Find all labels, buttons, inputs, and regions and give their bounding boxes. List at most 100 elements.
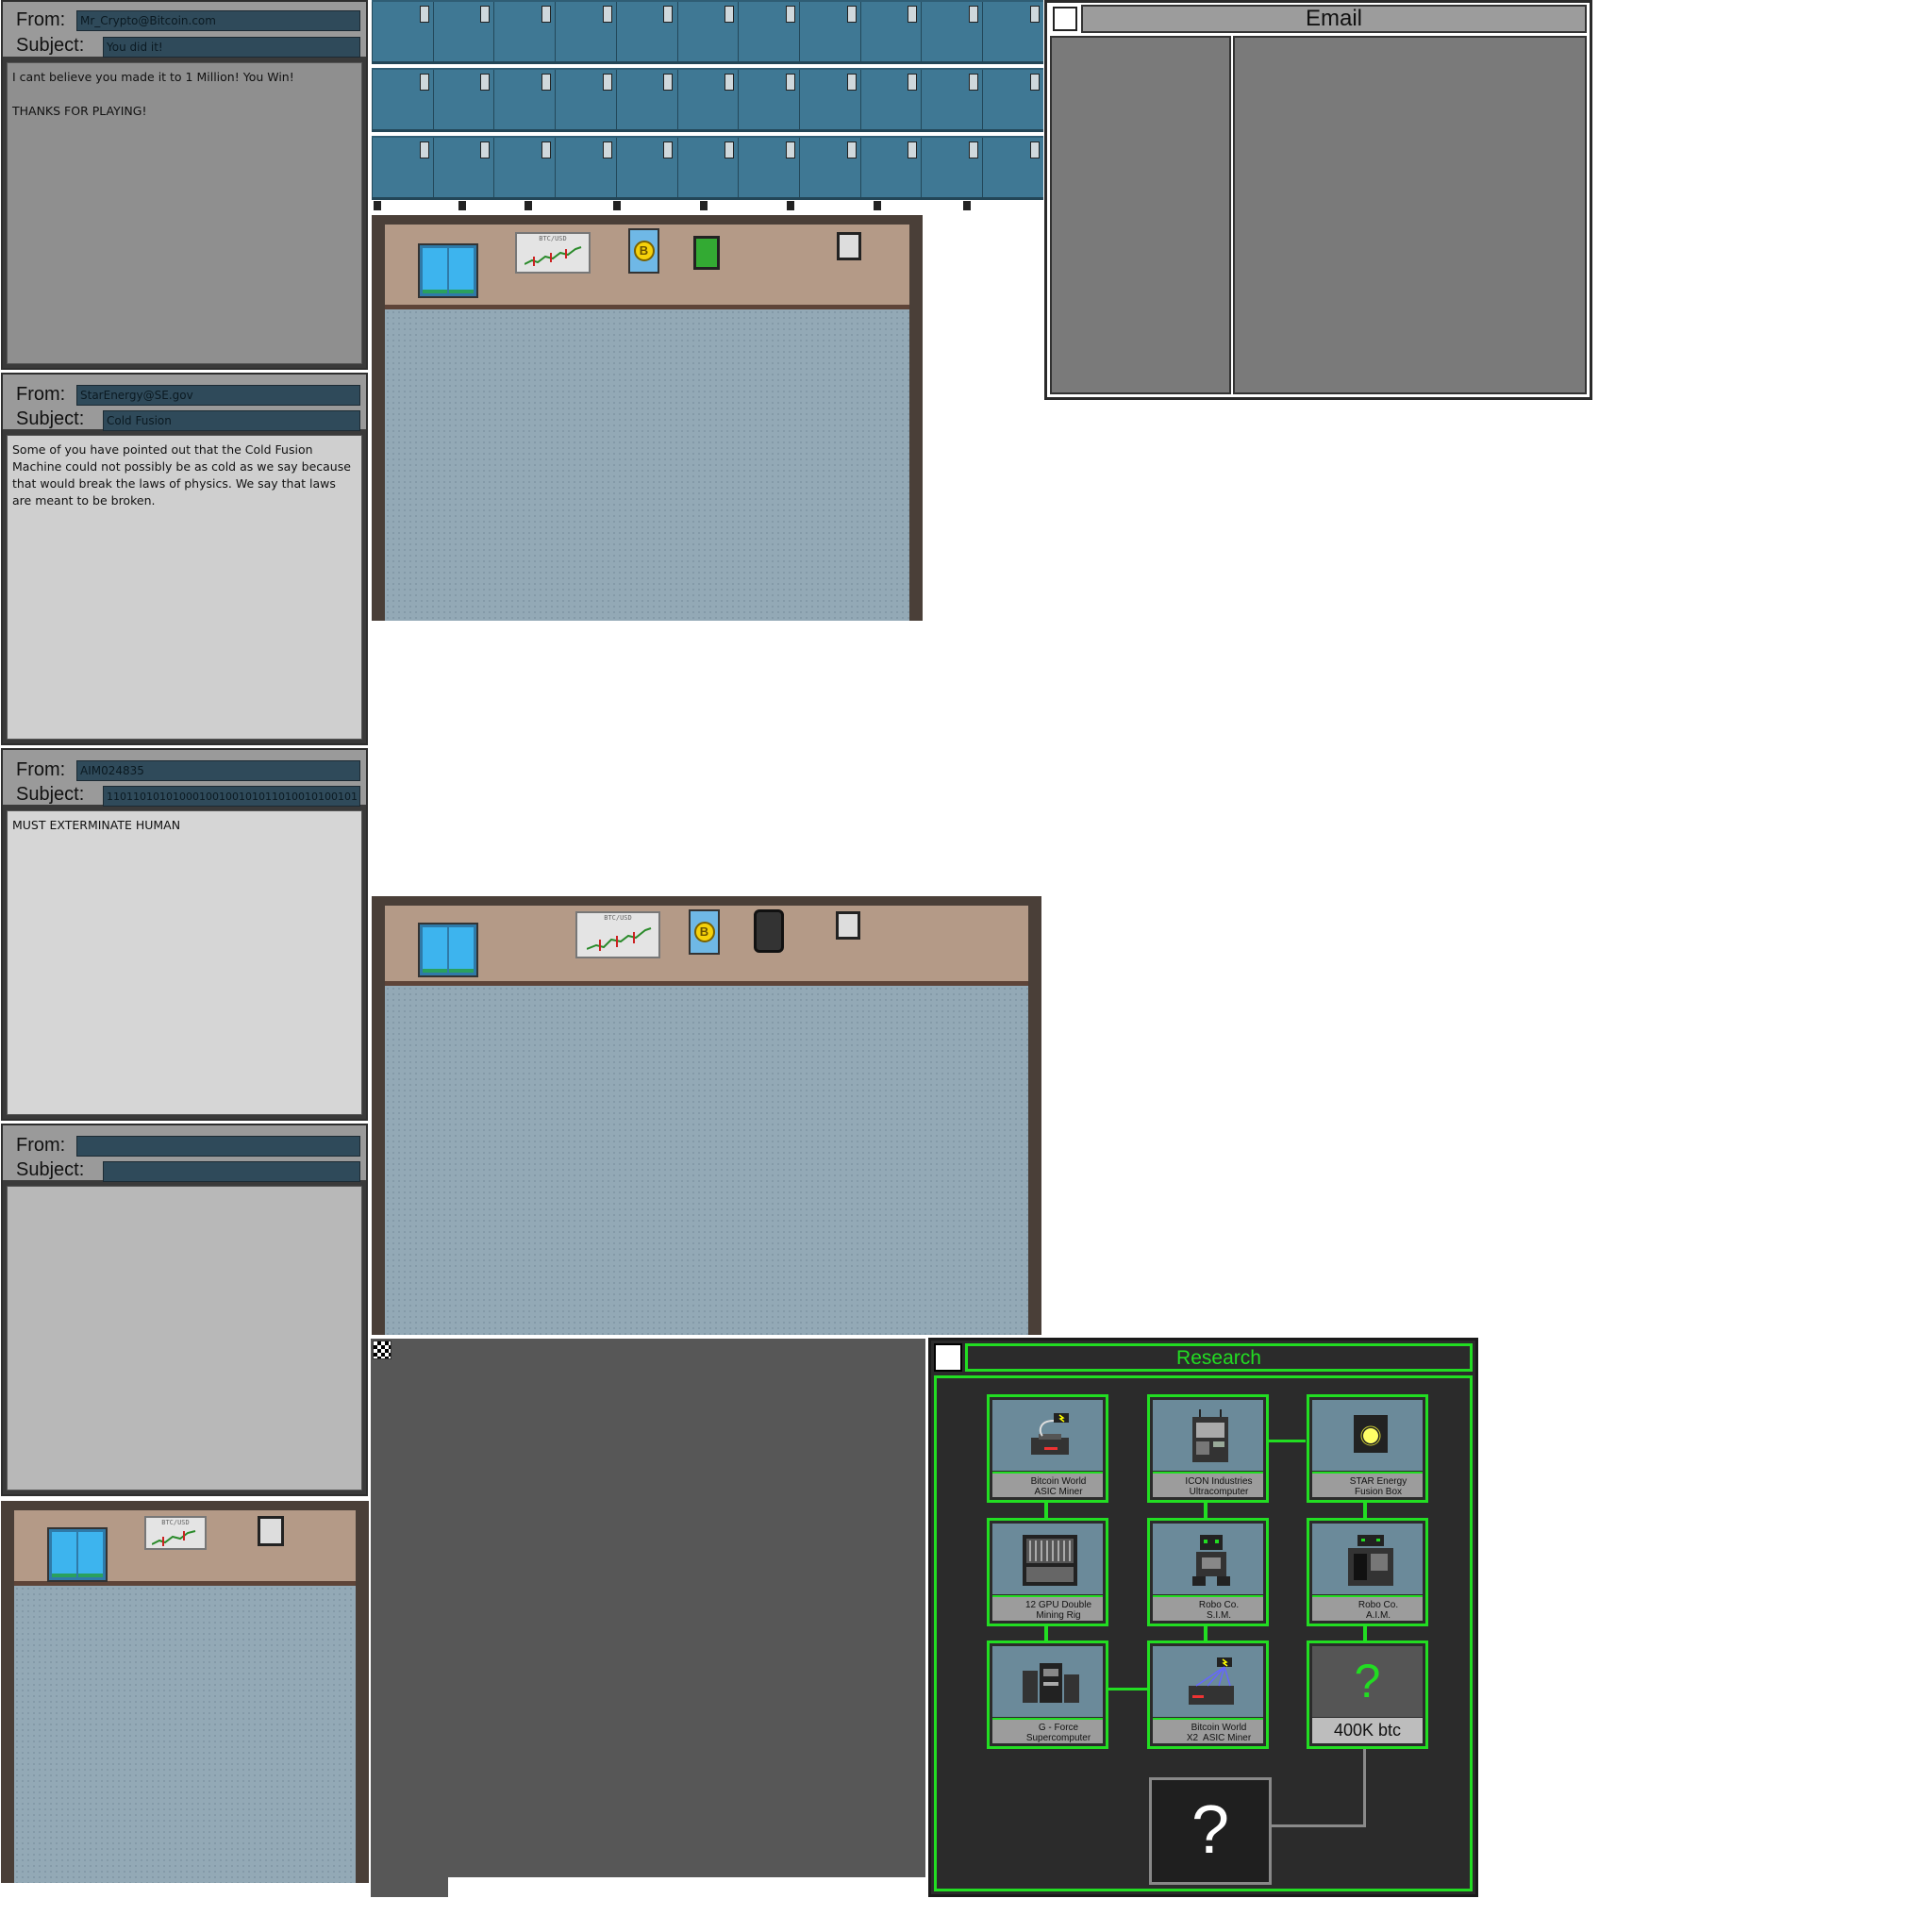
close-button[interactable] — [934, 1343, 962, 1372]
lock-icon — [968, 74, 978, 91]
candlestick-icon — [152, 1530, 196, 1546]
thermostat-icon[interactable] — [836, 911, 860, 940]
subject-field: You did it! — [103, 37, 360, 58]
email-list-pane[interactable] — [1050, 36, 1231, 394]
thermostat-icon[interactable] — [258, 1516, 284, 1546]
email-body: Some of you have pointed out that the Co… — [7, 435, 362, 740]
email-card-1[interactable]: From: Mr_Crypto@Bitcoin.com Subject: You… — [1, 0, 368, 370]
research-node-asic-miner[interactable]: Bitcoin World ASIC Miner — [987, 1394, 1108, 1503]
lock-icon — [602, 6, 612, 23]
cabinet-door — [859, 138, 922, 197]
cabinet-foot — [613, 201, 621, 210]
lock-icon — [1029, 74, 1040, 91]
research-node-unknown[interactable]: ? 400K btc — [1307, 1641, 1428, 1749]
cabinet-door — [372, 70, 433, 129]
elevator-door-icon[interactable] — [47, 1527, 108, 1582]
lock-icon — [419, 142, 429, 158]
cabinet-door — [798, 138, 860, 197]
cabinet-door — [738, 138, 799, 197]
cabinet-door — [982, 70, 1043, 129]
locked-research-node[interactable]: ? — [1149, 1777, 1272, 1885]
lock-icon — [663, 142, 674, 158]
research-cost: 400K btc — [1312, 1718, 1423, 1743]
email-reading-pane[interactable] — [1233, 36, 1587, 394]
lock-icon — [968, 142, 978, 158]
chart-title: BTC/USD — [161, 1519, 190, 1526]
research-node-supercomputer[interactable]: G - Force Supercomputer — [987, 1641, 1108, 1749]
email-header: From: Mr_Crypto@Bitcoin.com Subject: You… — [3, 2, 366, 58]
node-label: Robo Co. A.I.M. — [1312, 1595, 1423, 1621]
lock-icon — [480, 142, 491, 158]
lock-icon — [419, 74, 429, 91]
from-label: From: — [16, 1135, 66, 1156]
email-window: Email — [1044, 0, 1592, 400]
thermostat-icon[interactable] — [837, 232, 861, 260]
cabinet-door — [921, 2, 982, 61]
lock-icon — [724, 74, 735, 91]
cabinet-foot — [525, 201, 532, 210]
research-node-asic-x2[interactable]: Bitcoin World X2 ASIC Miner — [1147, 1641, 1269, 1749]
question-mark-icon: ? — [1312, 1646, 1423, 1717]
elevator-door-icon[interactable] — [418, 923, 478, 977]
email-window-title: Email — [1081, 5, 1587, 33]
subject-label: Subject: — [16, 1159, 85, 1180]
cabinet-row — [372, 68, 1043, 132]
subject-label: Subject: — [16, 784, 85, 805]
lock-icon — [846, 74, 857, 91]
research-node-ultracomputer[interactable]: ICON Industries Ultracomputer — [1147, 1394, 1269, 1503]
cabinet-door — [372, 138, 433, 197]
node-label: G - Force Supercomputer — [992, 1718, 1103, 1743]
email-header: From: AIM024835 Subject: 110110101010001… — [3, 750, 366, 807]
lock-icon — [785, 74, 795, 91]
room-floor — [385, 309, 909, 621]
research-node-gpu-rig[interactable]: 12 GPU Double Mining Rig — [987, 1518, 1108, 1626]
room-floor — [14, 1586, 356, 1883]
research-node-sim[interactable]: Robo Co. S.I.M. — [1147, 1518, 1269, 1626]
node-label: Bitcoin World X2 ASIC Miner — [1153, 1718, 1263, 1743]
cabinet-foot — [700, 201, 708, 210]
email-card-4[interactable]: From: Subject: — [1, 1124, 368, 1496]
research-node-fusion-box[interactable]: STAR Energy Fusion Box — [1307, 1394, 1428, 1503]
lock-icon — [602, 142, 612, 158]
lock-icon — [908, 6, 918, 23]
lock-icon — [541, 6, 552, 23]
email-card-2[interactable]: From: StarEnergy@SE.gov Subject: Cold Fu… — [1, 373, 368, 745]
cabinet-door — [676, 138, 739, 197]
gpu-rig-icon — [992, 1524, 1103, 1594]
cabinet-foot — [874, 201, 881, 210]
robot-aim-icon — [1312, 1524, 1423, 1594]
node-label: STAR Energy Fusion Box — [1312, 1472, 1423, 1497]
cabinet-door — [555, 138, 616, 197]
bitcoin-poster-icon: B — [628, 228, 659, 274]
subject-label: Subject: — [16, 408, 85, 429]
from-field: StarEnergy@SE.gov — [76, 385, 360, 406]
lock-icon — [419, 6, 429, 23]
lock-icon — [663, 6, 674, 23]
litecoin-poster-icon — [754, 909, 784, 953]
close-button[interactable] — [1053, 7, 1077, 31]
email-body: MUST EXTERMINATE HUMAN — [7, 810, 362, 1115]
elevator-door-icon[interactable] — [418, 243, 478, 298]
cabinet-door — [738, 2, 799, 61]
cabinet-door — [676, 70, 739, 129]
asic-miner-icon — [992, 1400, 1103, 1471]
office-room-small: BTC/USD B — [372, 215, 923, 621]
research-node-aim[interactable]: Robo Co. A.I.M. — [1307, 1518, 1428, 1626]
cabinet-door — [432, 70, 494, 129]
subject-field: 11011010101000100100101011010010100101 — [103, 786, 360, 807]
tree-connector-locked — [1272, 1824, 1366, 1827]
btc-chart-poster: BTC/USD — [575, 911, 660, 958]
cabinet-door — [372, 2, 433, 61]
email-body: I cant believe you made it to 1 Million!… — [7, 62, 362, 364]
cabinet-row — [372, 136, 1043, 200]
lock-icon — [663, 74, 674, 91]
cabinet-door — [982, 138, 1043, 197]
btc-chart-poster: BTC/USD — [515, 232, 591, 274]
tree-connector-locked — [1363, 1749, 1366, 1826]
checker-icon[interactable] — [373, 1341, 391, 1359]
tree-connector — [1108, 1688, 1147, 1690]
from-field: AIM024835 — [76, 760, 360, 781]
btc-chart-poster: BTC/USD — [144, 1516, 207, 1550]
cabinet-door — [432, 138, 494, 197]
email-card-3[interactable]: From: AIM024835 Subject: 110110101010001… — [1, 748, 368, 1121]
